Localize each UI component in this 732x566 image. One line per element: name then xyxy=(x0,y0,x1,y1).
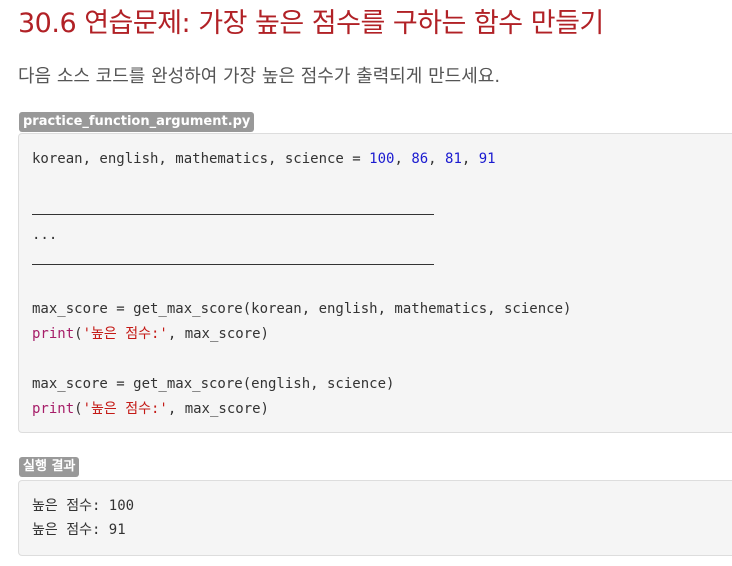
code-line-assignment: korean, english, mathematics, science = … xyxy=(32,149,496,169)
execution-result-block: 높은 점수: 100 높은 점수: 91 xyxy=(18,480,732,556)
code-line-call-two-args: max_score = get_max_score(english, scien… xyxy=(32,376,395,392)
source-filename-label: practice_function_argument.py xyxy=(19,112,255,132)
result-line: 높은 점수: 100 xyxy=(32,498,135,514)
code-separator: , xyxy=(461,151,479,167)
exercise-description: 다음 소스 코드를 완성하여 가장 높은 점수가 출력되게 만드세요. xyxy=(18,66,501,87)
code-paren: ( xyxy=(74,326,83,342)
code-print-args: , max_score) xyxy=(167,326,269,342)
code-number: 91 xyxy=(478,151,496,167)
code-print-args: , max_score) xyxy=(167,401,269,417)
page-title: 30.6 연습문제: 가장 높은 점수를 구하는 함수 만들기 xyxy=(18,8,604,39)
code-line-call-four-args: max_score = get_max_score(korean, englis… xyxy=(32,301,572,317)
fill-in-blank-bottom-line xyxy=(32,264,434,265)
code-keyword-print: print xyxy=(32,401,75,417)
code-paren: ( xyxy=(74,401,83,417)
result-line: 높은 점수: 91 xyxy=(32,522,126,538)
code-string: '높은 점수:' xyxy=(82,326,168,342)
code-number: 81 xyxy=(445,151,462,167)
execution-result-label: 실행 결과 xyxy=(19,457,80,477)
code-line-print: print('높은 점수:', max_score) xyxy=(32,324,269,344)
code-separator: , xyxy=(428,151,446,167)
code-variables: korean, english, mathematics, science = xyxy=(32,151,370,167)
code-string: '높은 점수:' xyxy=(82,401,168,417)
code-keyword-print: print xyxy=(32,326,75,342)
code-ellipsis: ... xyxy=(32,227,58,243)
code-number: 100 xyxy=(369,151,395,167)
code-block: korean, english, mathematics, science = … xyxy=(18,133,732,433)
code-number: 86 xyxy=(411,151,429,167)
code-line-print: print('높은 점수:', max_score) xyxy=(32,399,269,419)
code-separator: , xyxy=(394,151,412,167)
fill-in-blank-top-line xyxy=(32,214,434,215)
